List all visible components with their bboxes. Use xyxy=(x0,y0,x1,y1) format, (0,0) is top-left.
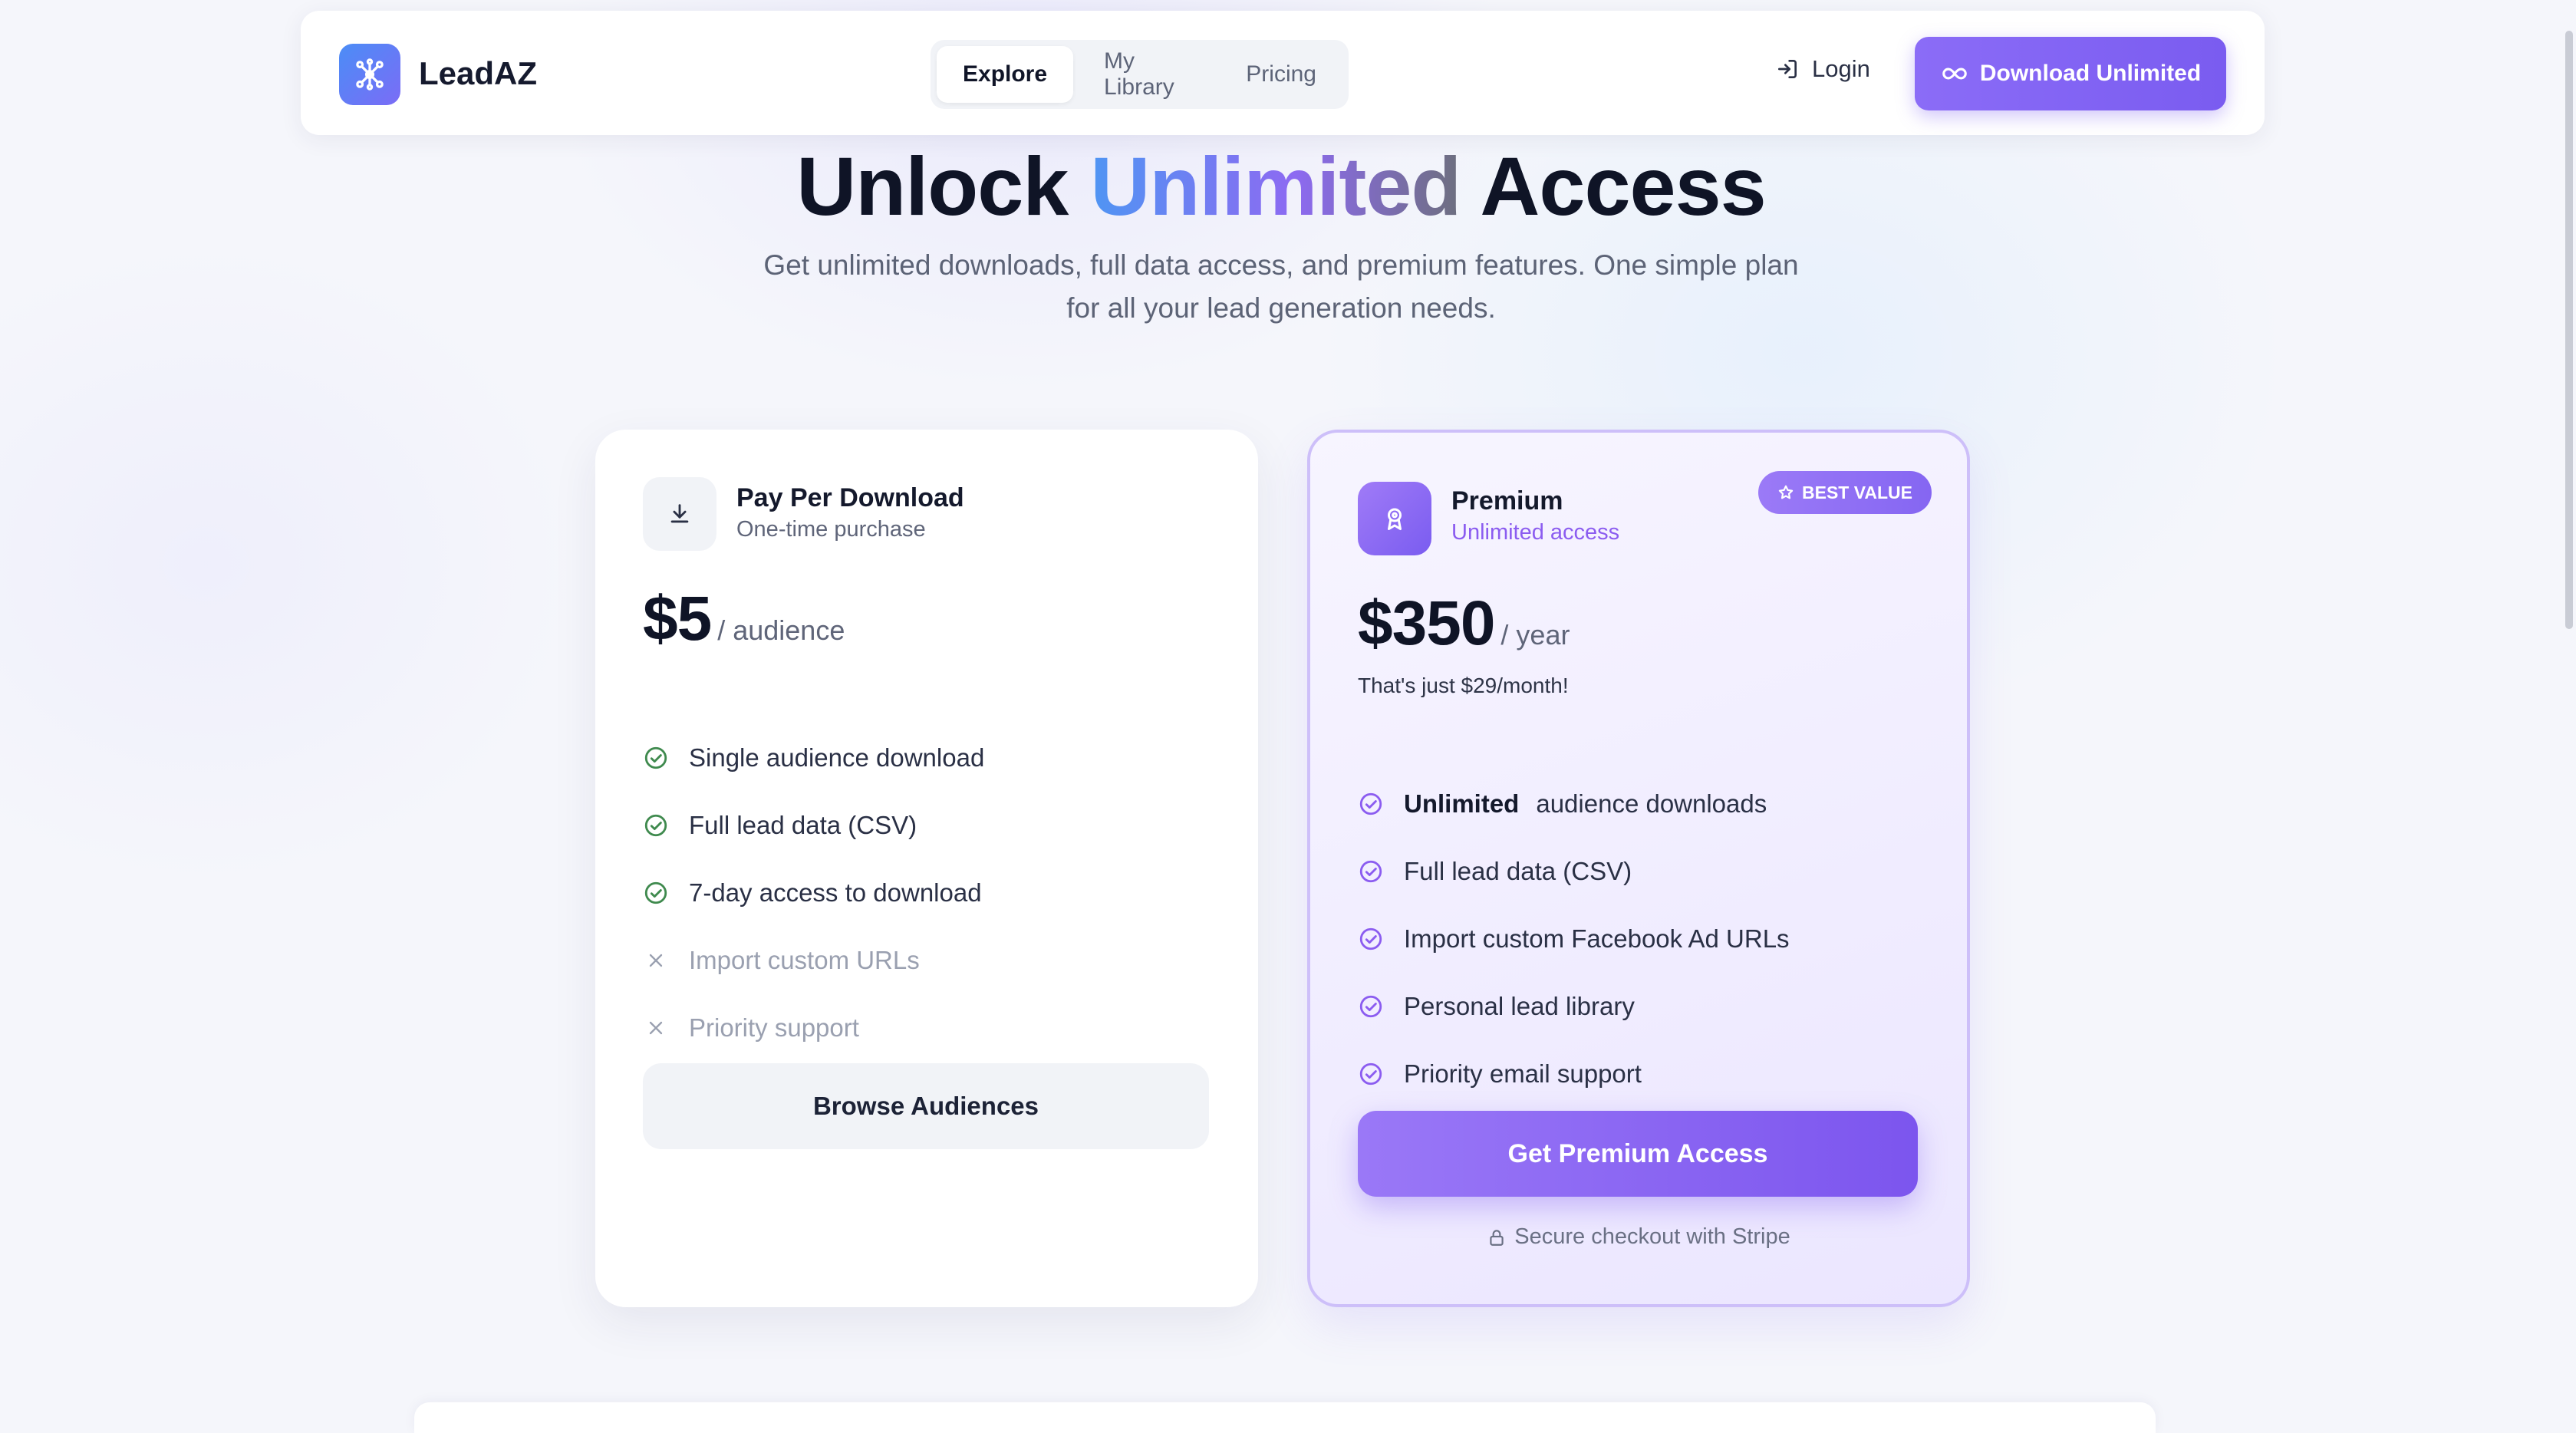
list-item: Unlimited audience downloads xyxy=(1358,770,1790,838)
check-circle-icon xyxy=(1358,926,1384,952)
price-note: That's just $29/month! xyxy=(1358,674,1569,697)
login-label: Login xyxy=(1812,55,1870,82)
plan-price: $350 / year xyxy=(1358,588,1570,660)
check-circle-icon xyxy=(1358,1061,1384,1087)
price-unit: / audience xyxy=(717,614,845,646)
feature-list: Single audience download Full lead data … xyxy=(643,724,984,1062)
title-part2: Access xyxy=(1480,140,1766,232)
brand-name[interactable]: LeadAZ xyxy=(419,55,537,92)
page-subtitle: Get unlimited downloads, full data acces… xyxy=(763,249,1799,324)
feature-rest: audience downloads xyxy=(1536,789,1767,818)
plan-icon-box xyxy=(1358,482,1431,555)
list-item: Import custom URLs xyxy=(643,927,984,994)
plan-desc: Unlimited access xyxy=(1451,520,1620,545)
feature-text: Full lead data (CSV) xyxy=(689,811,917,839)
check-circle-icon xyxy=(643,812,669,838)
list-item: Full lead data (CSV) xyxy=(1358,838,1790,905)
x-icon xyxy=(643,947,669,973)
scrollbar-thumb[interactable] xyxy=(2565,31,2573,629)
secure-label: Secure checkout with Stripe xyxy=(1514,1224,1790,1249)
list-item: Full lead data (CSV) xyxy=(643,792,984,859)
login-icon xyxy=(1778,60,1797,78)
lock-icon xyxy=(1490,1229,1504,1246)
price-amount: $350 xyxy=(1358,588,1495,658)
browse-audiences-button[interactable]: Browse Audiences xyxy=(643,1063,1209,1149)
list-item: Personal lead library xyxy=(1358,973,1790,1040)
list-item: Import custom Facebook Ad URLs xyxy=(1358,905,1790,973)
price-unit: / year xyxy=(1500,619,1570,651)
award-icon xyxy=(1388,508,1402,530)
network-icon xyxy=(356,58,384,91)
download-icon xyxy=(670,504,689,523)
download-unlimited-label: Download Unlimited xyxy=(1979,61,2202,86)
plan-card-pay-per-download: Pay Per Download One-time purchase $5 / … xyxy=(595,430,1258,1307)
price-amount: $5 xyxy=(643,584,712,654)
tab-explore[interactable]: Explore xyxy=(937,46,1074,103)
feature-text: Personal lead library xyxy=(1404,992,1635,1020)
feature-emphasis: Unlimited xyxy=(1404,789,1520,818)
plan-name: Premium xyxy=(1451,486,1563,516)
login-button[interactable]: Login xyxy=(1775,55,1870,83)
best-value-badge: BEST VALUE xyxy=(1758,471,1932,514)
title-accent: Unlimited xyxy=(1090,140,1461,232)
nav-tabs: Explore My Library Pricing xyxy=(931,40,1349,109)
list-item: 7-day access to download xyxy=(643,859,984,927)
scrollbar[interactable] xyxy=(2564,0,2576,1410)
check-circle-icon xyxy=(1358,993,1384,1020)
feature-text: Priority support xyxy=(689,1013,859,1042)
feature-text: Unlimited audience downloads xyxy=(1404,789,1767,819)
x-icon xyxy=(643,1015,669,1041)
plan-name: Pay Per Download xyxy=(736,483,964,512)
list-item: Single audience download xyxy=(643,724,984,792)
star-icon xyxy=(1778,485,1794,499)
check-circle-icon xyxy=(643,880,669,906)
next-section-edge xyxy=(414,1402,2156,1433)
feature-text: Import custom URLs xyxy=(689,946,920,974)
feature-text: 7-day access to download xyxy=(689,878,982,907)
secure-checkout-note: Secure checkout with Stripe xyxy=(1310,1224,1967,1250)
page-title: Unlock Unlimited Access xyxy=(0,138,2562,234)
infinity-icon xyxy=(1942,68,1967,80)
check-circle-icon xyxy=(1358,791,1384,817)
top-navbar: LeadAZ Explore My Library Pricing Login … xyxy=(301,11,2265,135)
plan-price: $5 / audience xyxy=(643,583,845,655)
get-premium-access-button[interactable]: Get Premium Access xyxy=(1358,1111,1918,1197)
check-circle-icon xyxy=(643,745,669,771)
check-circle-icon xyxy=(1358,858,1384,885)
list-item: Priority support xyxy=(643,994,984,1062)
feature-text: Single audience download xyxy=(689,743,985,772)
plan-card-premium: Premium Unlimited access BEST VALUE $350… xyxy=(1307,430,1970,1307)
feature-text: Priority email support xyxy=(1404,1059,1642,1088)
feature-text: Import custom Facebook Ad URLs xyxy=(1404,924,1790,953)
tab-my-library[interactable]: My Library xyxy=(1078,46,1215,103)
feature-text: Full lead data (CSV) xyxy=(1404,857,1632,885)
list-item: Priority email support xyxy=(1358,1040,1790,1108)
title-part1: Unlock xyxy=(796,140,1069,232)
feature-list: Unlimited audience downloads Full lead da… xyxy=(1358,770,1790,1108)
tab-pricing[interactable]: Pricing xyxy=(1220,46,1342,103)
download-unlimited-button[interactable]: Download Unlimited xyxy=(1915,37,2226,110)
plan-icon-box xyxy=(643,477,716,551)
badge-label: BEST VALUE xyxy=(1802,482,1912,502)
logo[interactable] xyxy=(339,44,400,105)
plan-desc: One-time purchase xyxy=(736,517,926,542)
